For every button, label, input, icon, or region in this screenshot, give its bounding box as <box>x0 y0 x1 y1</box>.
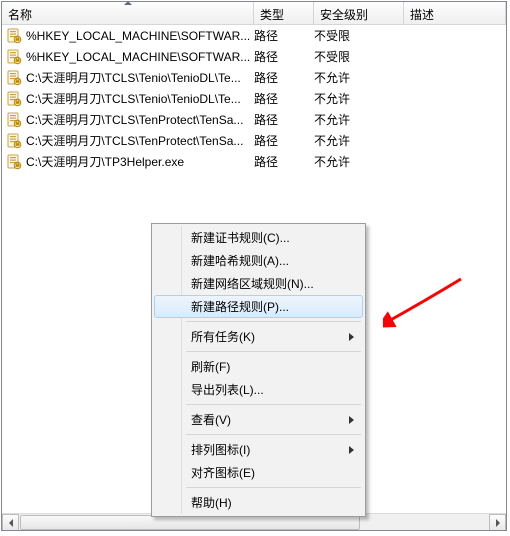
menu-help[interactable]: 帮助(H) <box>154 491 363 514</box>
column-header-description[interactable]: 描述 <box>404 2 506 25</box>
cell-security: 不允许 <box>314 69 404 86</box>
menu-separator <box>186 404 361 405</box>
context-menu: 新建证书规则(C)... 新建哈希规则(A)... 新建网络区域规则(N)...… <box>151 223 366 517</box>
menu-view[interactable]: 查看(V) <box>154 408 363 431</box>
cell-security: 不允许 <box>314 153 404 170</box>
cell-name: C:\天涯明月刀\TCLS\TenProtect\TenSa... <box>26 132 243 149</box>
cell-type: 路径 <box>254 111 314 128</box>
cell-name: C:\天涯明月刀\TCLS\TenProtect\TenSa... <box>26 111 243 128</box>
cell-security: 不允许 <box>314 132 404 149</box>
path-rule-icon <box>6 154 22 170</box>
path-rule-icon <box>6 28 22 44</box>
cell-name: C:\天涯明月刀\TP3Helper.exe <box>26 153 184 170</box>
table-row[interactable]: C:\天涯明月刀\TCLS\TenProtect\TenSa... 路径不允许 <box>2 109 506 130</box>
path-rule-icon <box>6 133 22 149</box>
chevron-right-icon <box>496 519 500 527</box>
column-header-type[interactable]: 类型 <box>254 2 314 25</box>
table-row[interactable]: %HKEY_LOCAL_MACHINE\SOFTWAR... 路径不受限 <box>2 46 506 67</box>
menu-new-hash-rule[interactable]: 新建哈希规则(A)... <box>154 249 363 272</box>
menu-align-icons[interactable]: 对齐图标(E) <box>154 461 363 484</box>
path-rule-icon <box>6 49 22 65</box>
cell-type: 路径 <box>254 90 314 107</box>
menu-separator <box>186 487 361 488</box>
menu-separator <box>186 351 361 352</box>
cell-security: 不受限 <box>314 27 404 44</box>
menu-new-network-zone-rule[interactable]: 新建网络区域规则(N)... <box>154 272 363 295</box>
path-rule-icon <box>6 112 22 128</box>
menu-arrange-icons[interactable]: 排列图标(I) <box>154 438 363 461</box>
path-rule-icon <box>6 91 22 107</box>
cell-name: C:\天涯明月刀\TCLS\Tenio\TenioDL\Te... <box>26 90 241 107</box>
cell-name: C:\天涯明月刀\TCLS\Tenio\TenioDL\Te... <box>26 69 241 86</box>
column-header-name[interactable]: 名称 <box>2 2 254 25</box>
table-row[interactable]: %HKEY_LOCAL_MACHINE\SOFTWAR... 路径不受限 <box>2 25 506 46</box>
chevron-left-icon <box>9 519 13 527</box>
cell-type: 路径 <box>254 69 314 86</box>
menu-refresh[interactable]: 刷新(F) <box>154 355 363 378</box>
menu-separator <box>186 321 361 322</box>
table-row[interactable]: C:\天涯明月刀\TCLS\Tenio\TenioDL\Te... 路径不允许 <box>2 67 506 88</box>
scroll-right-button[interactable] <box>489 514 506 531</box>
scroll-thumb[interactable] <box>20 515 360 530</box>
menu-separator <box>186 434 361 435</box>
cell-type: 路径 <box>254 48 314 65</box>
table-row[interactable]: C:\天涯明月刀\TCLS\Tenio\TenioDL\Te... 路径不允许 <box>2 88 506 109</box>
menu-new-path-rule[interactable]: 新建路径规则(P)... <box>154 295 363 318</box>
cell-type: 路径 <box>254 153 314 170</box>
cell-security: 不受限 <box>314 48 404 65</box>
cell-name: %HKEY_LOCAL_MACHINE\SOFTWAR... <box>26 29 250 43</box>
table-row[interactable]: C:\天涯明月刀\TCLS\TenProtect\TenSa... 路径不允许 <box>2 130 506 151</box>
path-rule-icon <box>6 70 22 86</box>
cell-type: 路径 <box>254 132 314 149</box>
menu-export-list[interactable]: 导出列表(L)... <box>154 378 363 401</box>
rows-container: %HKEY_LOCAL_MACHINE\SOFTWAR...路径不受限 %HKE… <box>2 25 506 172</box>
cell-security: 不允许 <box>314 90 404 107</box>
menu-new-certificate-rule[interactable]: 新建证书规则(C)... <box>154 226 363 249</box>
cell-security: 不允许 <box>314 111 404 128</box>
cell-type: 路径 <box>254 27 314 44</box>
column-header-row: 名称 类型 安全级别 描述 <box>2 2 506 25</box>
menu-all-tasks[interactable]: 所有任务(K) <box>154 325 363 348</box>
column-header-security[interactable]: 安全级别 <box>314 2 404 25</box>
cell-name: %HKEY_LOCAL_MACHINE\SOFTWAR... <box>26 50 250 64</box>
scroll-left-button[interactable] <box>2 514 19 531</box>
table-row[interactable]: C:\天涯明月刀\TP3Helper.exe 路径不允许 <box>2 151 506 172</box>
